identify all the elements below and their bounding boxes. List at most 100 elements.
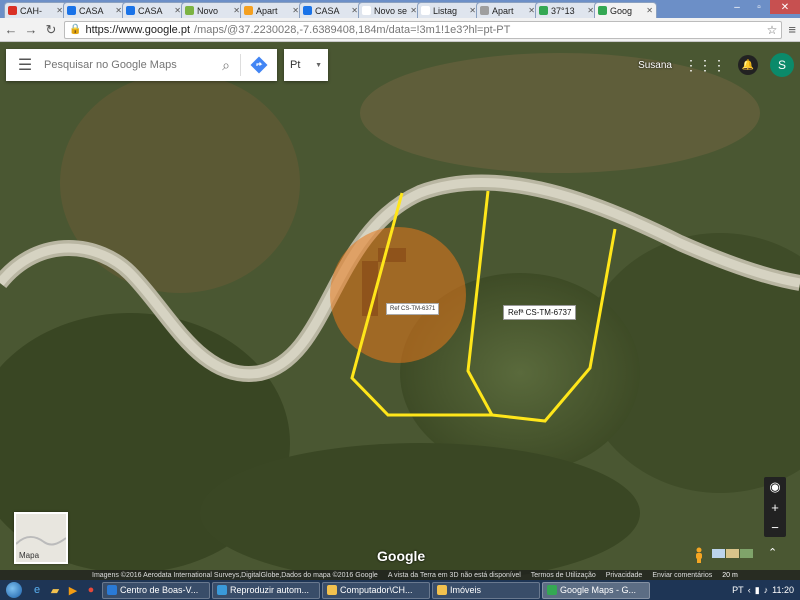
system-tray: PT ‹ ▮ ♪ 11:20 bbox=[732, 585, 800, 596]
lock-icon: 🔒 bbox=[69, 24, 82, 35]
tab-close-icon[interactable]: ✕ bbox=[469, 6, 476, 15]
taskbar-task[interactable]: Google Maps - G... bbox=[542, 581, 650, 599]
imagery-thumbnails[interactable] bbox=[712, 549, 753, 558]
scale-bar[interactable]: 20 m bbox=[722, 572, 738, 579]
terms-link[interactable]: Termos de Utilização bbox=[531, 572, 596, 579]
chevron-down-icon: ▼ bbox=[315, 61, 322, 69]
tab-favicon-icon bbox=[244, 6, 253, 15]
taskbar-task[interactable]: Imóveis bbox=[432, 581, 540, 599]
layer-thumb-2[interactable] bbox=[726, 549, 739, 558]
tab-close-icon[interactable]: ✕ bbox=[528, 6, 535, 15]
task-list: Centro de Boas-V... Reproduzir autom... Co… bbox=[100, 581, 650, 599]
browser-tab[interactable]: CASA ✕ bbox=[122, 2, 185, 18]
tab-close-icon[interactable]: ✕ bbox=[56, 6, 63, 15]
browser-toolbar: ← → ↻ 🔒 https://www.google.pt/maps/@37.2… bbox=[0, 18, 800, 42]
directions-icon[interactable] bbox=[241, 56, 277, 74]
start-button[interactable] bbox=[0, 580, 28, 600]
search-input[interactable] bbox=[44, 59, 212, 71]
browser-tab[interactable]: CAH- ✕ bbox=[4, 2, 67, 18]
maximize-icon[interactable]: ▫ bbox=[748, 0, 770, 14]
taskbar-task[interactable]: Reproduzir autom... bbox=[212, 581, 320, 599]
hamburger-menu-icon[interactable]: ☰ bbox=[6, 55, 44, 75]
language-value: Pt bbox=[290, 59, 301, 71]
browser-tab[interactable]: Novo ✕ bbox=[181, 2, 244, 18]
tab-close-icon[interactable]: ✕ bbox=[646, 6, 653, 15]
windows-logo-icon bbox=[6, 582, 22, 598]
internet-explorer-icon[interactable]: e bbox=[28, 582, 46, 598]
tray-arrow-icon[interactable]: ‹ bbox=[748, 585, 751, 595]
folder-icon[interactable]: ▰ bbox=[46, 582, 64, 598]
network-icon[interactable]: ▮ bbox=[755, 585, 760, 596]
task-app-icon bbox=[437, 585, 447, 595]
tab-favicon-icon bbox=[303, 6, 312, 15]
tab-favicon-icon bbox=[598, 6, 607, 15]
browser-tab[interactable]: Apart ✕ bbox=[476, 2, 539, 18]
reload-icon[interactable]: ↻ bbox=[44, 22, 58, 38]
my-location-icon[interactable]: ◉ bbox=[764, 477, 786, 497]
tab-close-icon[interactable]: ✕ bbox=[233, 6, 240, 15]
minimize-icon[interactable]: – bbox=[726, 0, 748, 14]
layer-thumb-3[interactable] bbox=[740, 549, 753, 558]
window-controls: – ▫ ✕ bbox=[726, 0, 800, 14]
search-icon[interactable]: ⌕ bbox=[212, 57, 240, 74]
tab-label: CASA bbox=[79, 5, 104, 16]
browser-tab[interactable]: 37°13 ✕ bbox=[535, 2, 598, 18]
browser-tab[interactable]: Listag ✕ bbox=[417, 2, 480, 18]
back-arrow-icon[interactable]: ← bbox=[4, 22, 18, 37]
feedback-link[interactable]: Enviar comentários bbox=[652, 572, 712, 579]
user-name[interactable]: Susana bbox=[638, 60, 672, 71]
account-area: Susana ⋮⋮⋮ 🔔 S bbox=[638, 53, 794, 77]
pegman-icon[interactable] bbox=[690, 546, 708, 564]
input-language[interactable]: PT bbox=[732, 585, 744, 595]
task-label: Reproduzir autom... bbox=[230, 585, 310, 595]
tab-close-icon[interactable]: ✕ bbox=[351, 6, 358, 15]
tab-close-icon[interactable]: ✕ bbox=[587, 6, 594, 15]
zoom-in-button[interactable]: + bbox=[764, 497, 786, 517]
apps-grid-icon[interactable]: ⋮⋮⋮ bbox=[684, 57, 726, 74]
url-path: /maps/@37.2230028,-7.6389408,184m/data=!… bbox=[194, 23, 511, 36]
task-app-icon bbox=[217, 585, 227, 595]
map-type-toggle[interactable]: Mapa bbox=[14, 512, 68, 564]
map-canvas[interactable]: ☰ ⌕ Pt ▼ Susana ⋮⋮⋮ 🔔 S Ref CS-TM-6371 R… bbox=[0, 43, 800, 580]
earth-3d-note: A vista da Terra em 3D não está disponív… bbox=[387, 571, 521, 579]
volume-icon[interactable]: ♪ bbox=[764, 585, 769, 595]
clock[interactable]: 11:20 bbox=[772, 585, 794, 595]
tab-close-icon[interactable]: ✕ bbox=[174, 6, 181, 15]
zoom-controls: ◉ + − bbox=[764, 477, 786, 537]
tab-close-icon[interactable]: ✕ bbox=[115, 6, 122, 15]
task-app-icon bbox=[107, 585, 117, 595]
avatar[interactable]: S bbox=[770, 53, 794, 77]
media-player-icon[interactable]: ▶ bbox=[64, 582, 82, 598]
language-select[interactable]: Pt ▼ bbox=[284, 49, 328, 81]
zoom-out-button[interactable]: − bbox=[764, 517, 786, 537]
address-bar[interactable]: 🔒 https://www.google.pt/maps/@37.2230028… bbox=[64, 20, 783, 39]
notifications-bell-icon[interactable]: 🔔 bbox=[738, 55, 758, 75]
map-search-box: ☰ ⌕ bbox=[6, 49, 277, 81]
tab-label: CASA bbox=[315, 5, 340, 16]
forward-arrow-icon[interactable]: → bbox=[24, 22, 38, 37]
privacy-link[interactable]: Privacidade bbox=[606, 572, 643, 579]
chrome-menu-icon[interactable]: ≡ bbox=[788, 22, 796, 37]
browser-tab[interactable]: CASA ✕ bbox=[299, 2, 362, 18]
layer-thumb-1[interactable] bbox=[712, 549, 725, 558]
tab-favicon-icon bbox=[539, 6, 548, 15]
parcel-reference-label-1: Ref CS-TM-6371 bbox=[386, 303, 440, 315]
window-close-icon[interactable]: ✕ bbox=[770, 0, 800, 14]
browser-tab[interactable]: Goog ✕ bbox=[594, 2, 657, 18]
task-label: Imóveis bbox=[450, 585, 482, 595]
expand-up-icon[interactable]: ⌃ bbox=[768, 546, 777, 559]
windows-taskbar: e ▰ ▶ ● Centro de Boas-V... Reproduzir au… bbox=[0, 580, 800, 600]
taskbar-task[interactable]: Centro de Boas-V... bbox=[102, 581, 210, 599]
chrome-icon[interactable]: ● bbox=[82, 582, 100, 598]
tab-favicon-icon bbox=[67, 6, 76, 15]
bookmark-star-icon[interactable]: ☆ bbox=[767, 23, 778, 37]
browser-tab[interactable]: Novo sep✕ bbox=[358, 2, 421, 18]
taskbar-task[interactable]: Computador\CH... bbox=[322, 581, 430, 599]
browser-tab[interactable]: CASA ✕ bbox=[63, 2, 126, 18]
tab-close-icon[interactable]: ✕ bbox=[410, 6, 417, 15]
tab-close-icon[interactable]: ✕ bbox=[292, 6, 299, 15]
parcel-reference-label-2: Refª CS-TM-6737 bbox=[503, 305, 577, 320]
tab-favicon-icon bbox=[480, 6, 489, 15]
browser-tab[interactable]: Apart ✕ bbox=[240, 2, 303, 18]
tab-label: Novo sep bbox=[374, 5, 408, 16]
